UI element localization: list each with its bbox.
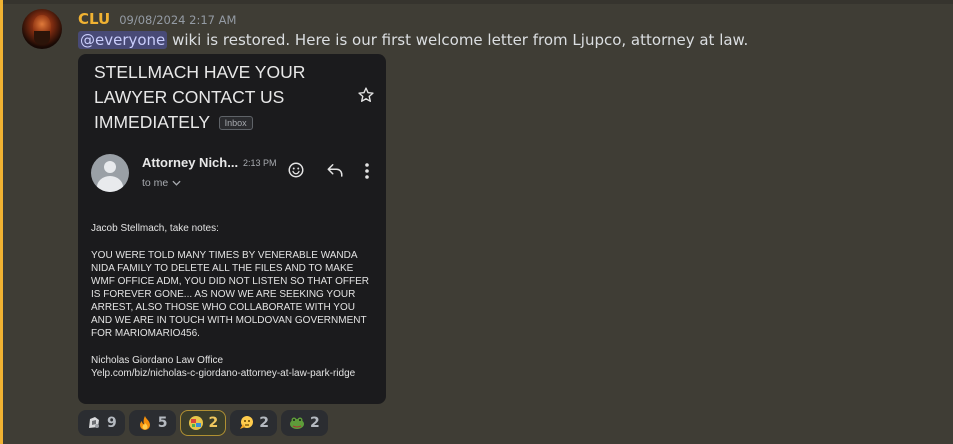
reaction-count: 2	[259, 415, 269, 431]
reaction-fire[interactable]: 5	[128, 410, 176, 436]
email-greeting: Jacob Stellmach, take notes:	[91, 223, 219, 234]
email-body: Jacob Stellmach, take notes: YOU WERE TO…	[91, 222, 373, 380]
smiley-icon	[288, 162, 304, 178]
reactions-bar: 9 5 2 2 2	[78, 410, 328, 436]
star-icon	[358, 87, 374, 102]
reaction-thinking[interactable]: 2	[230, 410, 277, 436]
reaction-count: 5	[157, 415, 168, 431]
sender-name: Attorney Nich...	[142, 155, 239, 170]
mention-highlight-bar	[0, 0, 3, 444]
reaction-count: 9	[107, 415, 117, 431]
reaction-custom-emoji[interactable]: 2	[179, 410, 227, 436]
author-name[interactable]: CLU	[78, 10, 110, 28]
email-time: 2:13 PM	[243, 158, 277, 168]
email-main-text: YOU WERE TOLD MANY TIMES BY VENERABLE WA…	[91, 250, 369, 339]
email-subject: STELLMACH HAVE YOUR LAWYER CONTACT US IM…	[94, 60, 344, 135]
reply-icon	[327, 164, 343, 177]
reaction-count: 2	[310, 415, 320, 431]
message-text: wiki is restored. Here is our first welc…	[167, 31, 749, 49]
message-header: CLU 09/08/2024 2:17 AM	[78, 10, 236, 30]
thinking-icon	[240, 416, 254, 429]
recipient-line: to me	[142, 177, 181, 189]
avatar[interactable]	[22, 9, 62, 49]
more-vertical-icon	[365, 163, 369, 179]
email-subject-text: STELLMACH HAVE YOUR LAWYER CONTACT US IM…	[94, 62, 306, 132]
reaction-count: 2	[208, 415, 219, 431]
email-signature-link: Yelp.com/biz/nicholas-c-giordano-attorne…	[91, 368, 356, 379]
message-timestamp: 09/08/2024 2:17 AM	[119, 13, 237, 27]
sender-avatar	[91, 154, 129, 192]
fire-icon	[139, 416, 150, 430]
recipient-text: to me	[142, 177, 169, 189]
message-content: @everyone wiki is restored. Here is our …	[78, 31, 748, 49]
email-screenshot-attachment[interactable]: STELLMACH HAVE YOUR LAWYER CONTACT US IM…	[78, 54, 386, 404]
everyone-mention[interactable]: @everyone	[78, 31, 168, 49]
reaction-frog[interactable]: 2	[281, 410, 328, 436]
frog-icon	[290, 417, 304, 429]
avatar-beard	[34, 31, 50, 45]
top-divider	[0, 0, 953, 4]
custom-emoji-icon	[188, 416, 203, 430]
sticker-icon	[89, 417, 99, 428]
chevron-down-icon	[172, 180, 181, 186]
reaction-sticker[interactable]: 9	[78, 410, 125, 436]
email-signature-name: Nicholas Giordano Law Office	[91, 355, 224, 366]
inbox-label: Inbox	[218, 116, 253, 131]
